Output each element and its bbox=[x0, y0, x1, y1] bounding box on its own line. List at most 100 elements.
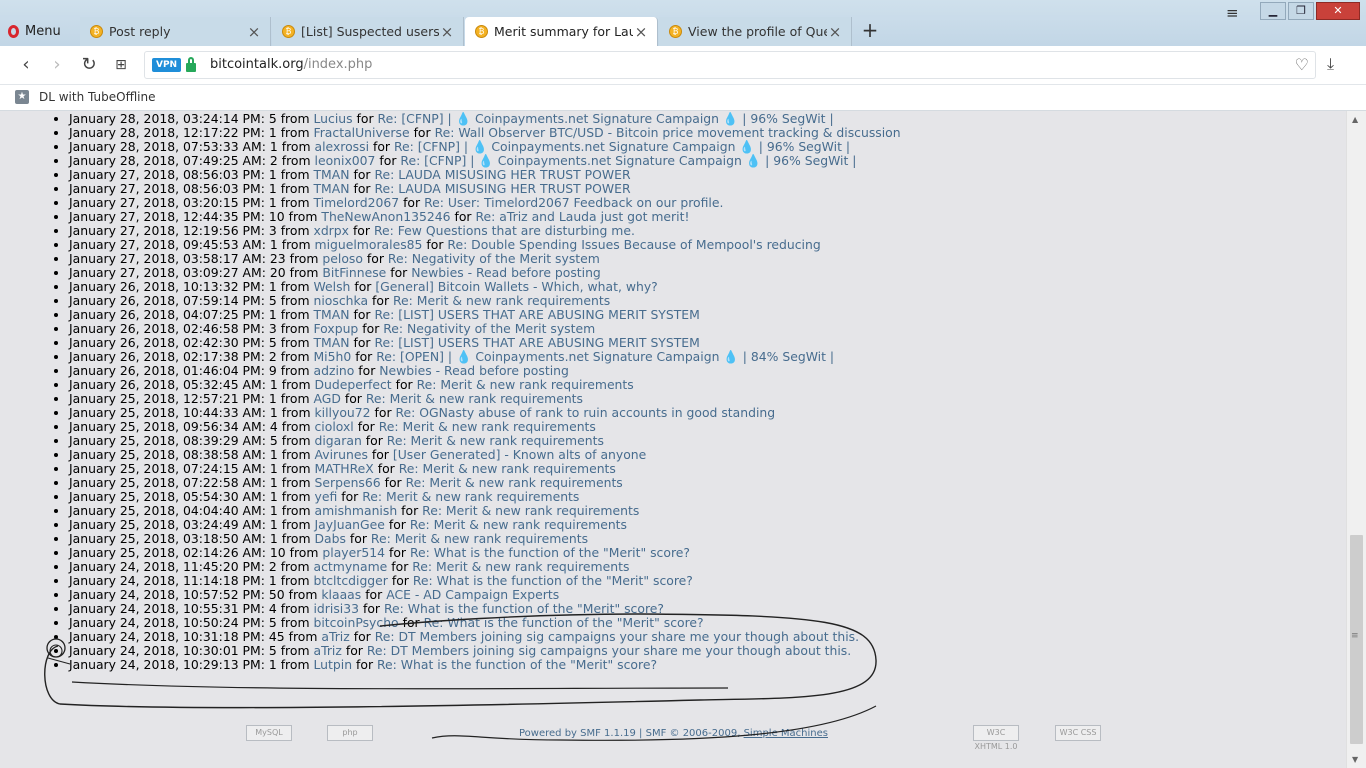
scroll-up-arrow-icon[interactable]: ▲ bbox=[1352, 115, 1358, 124]
merit-topic-link[interactable]: Re: What is the function of the "Merit" … bbox=[377, 657, 657, 672]
merit-topic-link[interactable]: Newbies - Read before posting bbox=[411, 265, 601, 280]
merit-user-link[interactable]: MATHReX bbox=[315, 461, 374, 476]
merit-topic-link[interactable]: Re: Merit & new rank requirements bbox=[399, 461, 616, 476]
merit-user-link[interactable]: Lutpin bbox=[313, 657, 352, 672]
xhtml-badge[interactable]: W3C XHTML 1.0 bbox=[973, 725, 1019, 751]
mysql-badge[interactable]: MySQL bbox=[246, 725, 292, 741]
download-icon[interactable]: ⤓ bbox=[1327, 54, 1334, 74]
close-window-icon[interactable]: ✕ bbox=[1316, 2, 1360, 20]
merit-user-link[interactable]: Timelord2067 bbox=[313, 195, 399, 210]
minimize-icon[interactable]: ▁ bbox=[1260, 2, 1286, 20]
merit-topic-link[interactable]: Re: Negativity of the Merit system bbox=[383, 321, 595, 336]
merit-user-link[interactable]: TMAN bbox=[313, 307, 349, 322]
back-icon[interactable]: ‹ bbox=[14, 53, 38, 77]
merit-topic-link[interactable]: Re: Merit & new rank requirements bbox=[366, 391, 583, 406]
merit-topic-link[interactable]: Re: What is the function of the "Merit" … bbox=[384, 601, 664, 616]
tab-close-icon[interactable]: × bbox=[827, 23, 843, 41]
merit-topic-link[interactable]: Re: Merit & new rank requirements bbox=[371, 531, 588, 546]
merit-user-link[interactable]: digaran bbox=[315, 433, 362, 448]
vertical-scrollbar[interactable]: ▲ ≡ ▼ bbox=[1346, 111, 1366, 768]
merit-user-link[interactable]: player514 bbox=[322, 545, 385, 560]
reload-icon[interactable]: ↻ bbox=[77, 53, 101, 77]
tab-menu-icon[interactable]: ≡ bbox=[1226, 4, 1242, 22]
merit-user-link[interactable]: klaaas bbox=[321, 587, 361, 602]
restore-icon[interactable]: ❐ bbox=[1288, 2, 1314, 20]
powered-by-link[interactable]: Powered by SMF 1.1.19 bbox=[519, 728, 636, 739]
merit-user-link[interactable]: idrisi33 bbox=[313, 601, 359, 616]
merit-topic-link[interactable]: Newbies - Read before posting bbox=[379, 363, 569, 378]
merit-topic-link[interactable]: Re: DT Members joining sig campaigns you… bbox=[375, 629, 859, 644]
new-tab-button[interactable]: + bbox=[860, 20, 880, 42]
tab-post-reply[interactable]: ₿ Post reply × bbox=[80, 17, 271, 46]
tab-view-profile[interactable]: ₿ View the profile of Questio × bbox=[659, 17, 852, 46]
forward-icon[interactable]: › bbox=[45, 53, 69, 77]
merit-user-link[interactable]: JayJuanGee bbox=[315, 517, 385, 532]
merit-topic-link[interactable]: Re: Negativity of the Merit system bbox=[388, 251, 600, 266]
merit-user-link[interactable]: bitcoinPsycho bbox=[313, 615, 398, 630]
merit-topic-link[interactable]: Re: [LIST] USERS THAT ARE ABUSING MERIT … bbox=[374, 335, 699, 350]
merit-user-link[interactable]: actmyname bbox=[313, 559, 387, 574]
merit-user-link[interactable]: aTriz bbox=[321, 629, 349, 644]
merit-user-link[interactable]: xdrpx bbox=[313, 223, 349, 238]
merit-user-link[interactable]: Avirunes bbox=[315, 447, 368, 462]
merit-topic-link[interactable]: Re: [LIST] USERS THAT ARE ABUSING MERIT … bbox=[374, 307, 699, 322]
opera-menu-button[interactable]: Menu bbox=[8, 18, 61, 44]
merit-user-link[interactable]: FractalUniverse bbox=[313, 125, 409, 140]
merit-user-link[interactable]: TheNewAnon135246 bbox=[321, 209, 450, 224]
merit-topic-link[interactable]: Re: Few Questions that are disturbing me… bbox=[374, 223, 635, 238]
merit-user-link[interactable]: adzino bbox=[313, 363, 354, 378]
merit-topic-link[interactable]: Re: Wall Observer BTC/USD - Bitcoin pric… bbox=[435, 125, 901, 140]
merit-user-link[interactable]: aTriz bbox=[313, 643, 341, 658]
tab-merit-summary[interactable]: ₿ Merit summary for Lauda × bbox=[465, 17, 658, 46]
merit-user-link[interactable]: Mi5h0 bbox=[313, 349, 351, 364]
merit-user-link[interactable]: Serpens66 bbox=[315, 475, 381, 490]
merit-user-link[interactable]: peloso bbox=[322, 251, 363, 266]
merit-topic-link[interactable]: Re: Merit & new rank requirements bbox=[393, 293, 610, 308]
merit-topic-link[interactable]: Re: aTriz and Lauda just got merit! bbox=[475, 209, 689, 224]
php-badge[interactable]: php bbox=[327, 725, 373, 741]
merit-user-link[interactable]: TMAN bbox=[313, 335, 349, 350]
merit-user-link[interactable]: cioloxl bbox=[315, 419, 354, 434]
merit-topic-link[interactable]: ACE - AD Campaign Experts bbox=[386, 587, 559, 602]
merit-topic-link[interactable]: Re: LAUDA MISUSING HER TRUST POWER bbox=[374, 181, 630, 196]
merit-topic-link[interactable]: Re: [OPEN] | 💧 Coinpayments.net Signatur… bbox=[376, 349, 834, 364]
vpn-badge[interactable]: VPN bbox=[152, 58, 182, 72]
css-badge[interactable]: W3C CSS bbox=[1055, 725, 1101, 741]
merit-user-link[interactable]: amishmanish bbox=[315, 503, 398, 518]
merit-topic-link[interactable]: Re: [CFNP] | 💧 Coinpayments.net Signatur… bbox=[378, 111, 834, 126]
merit-topic-link[interactable]: Re: [CFNP] | 💧 Coinpayments.net Signatur… bbox=[394, 139, 850, 154]
merit-user-link[interactable]: Foxpup bbox=[313, 321, 358, 336]
merit-user-link[interactable]: Dabs bbox=[315, 531, 346, 546]
merit-topic-link[interactable]: Re: [CFNP] | 💧 Coinpayments.net Signatur… bbox=[400, 153, 856, 168]
merit-user-link[interactable]: btcltcdigger bbox=[313, 573, 387, 588]
merit-topic-link[interactable]: Re: User: Timelord2067 Feedback on our p… bbox=[424, 195, 723, 210]
merit-user-link[interactable]: Dudeperfect bbox=[315, 377, 392, 392]
extension-icon[interactable]: ★ bbox=[15, 90, 29, 104]
tab-close-icon[interactable]: × bbox=[633, 23, 649, 41]
merit-topic-link[interactable]: Re: Double Spending Issues Because of Me… bbox=[447, 237, 820, 252]
merit-user-link[interactable]: Lucius bbox=[313, 111, 352, 126]
merit-topic-link[interactable]: Re: Merit & new rank requirements bbox=[417, 377, 634, 392]
tab-suspected-users[interactable]: ₿ [List] Suspected users that × bbox=[272, 17, 464, 46]
merit-topic-link[interactable]: Re: What is the function of the "Merit" … bbox=[424, 615, 704, 630]
tab-close-icon[interactable]: × bbox=[439, 23, 455, 41]
merit-topic-link[interactable]: Re: DT Members joining sig campaigns you… bbox=[367, 643, 851, 658]
merit-topic-link[interactable]: Re: What is the function of the "Merit" … bbox=[410, 545, 690, 560]
merit-user-link[interactable]: killyou72 bbox=[315, 405, 371, 420]
merit-topic-link[interactable]: Re: OGNasty abuse of rank to ruin accoun… bbox=[396, 405, 776, 420]
merit-user-link[interactable]: Welsh bbox=[313, 279, 350, 294]
merit-user-link[interactable]: AGD bbox=[313, 391, 340, 406]
merit-topic-link[interactable]: Re: Merit & new rank requirements bbox=[406, 475, 623, 490]
merit-user-link[interactable]: leonix007 bbox=[315, 153, 376, 168]
merit-user-link[interactable]: alexrossi bbox=[315, 139, 370, 154]
merit-topic-link[interactable]: Re: Merit & new rank requirements bbox=[387, 433, 604, 448]
merit-topic-link[interactable]: Re: Merit & new rank requirements bbox=[410, 517, 627, 532]
merit-user-link[interactable]: nioschka bbox=[313, 293, 368, 308]
lock-icon[interactable] bbox=[186, 57, 196, 72]
merit-topic-link[interactable]: [User Generated] - Known alts of anyone bbox=[393, 447, 646, 462]
tab-close-icon[interactable]: × bbox=[246, 23, 262, 41]
merit-topic-link[interactable]: Re: What is the function of the "Merit" … bbox=[413, 573, 693, 588]
merit-topic-link[interactable]: Re: Merit & new rank requirements bbox=[412, 559, 629, 574]
url-input[interactable]: VPN bitcointalk.org/index.php ♡ bbox=[144, 51, 1316, 79]
scroll-down-arrow-icon[interactable]: ▼ bbox=[1352, 755, 1358, 764]
